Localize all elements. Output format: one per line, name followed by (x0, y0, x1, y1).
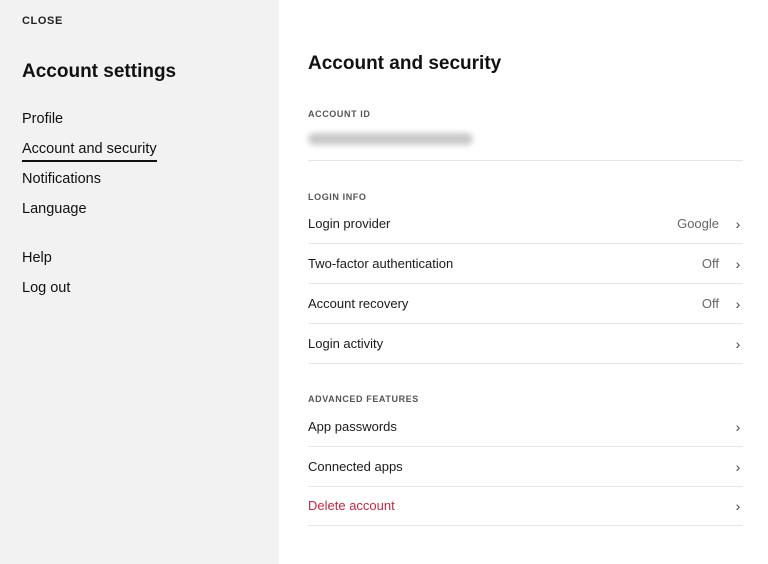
chevron-right-icon: › (735, 458, 741, 475)
row-value: Google (677, 216, 719, 231)
account-recovery-row[interactable]: Account recovery Off › (308, 284, 743, 324)
login-provider-row[interactable]: Login provider Google › (308, 204, 743, 244)
row-label: Delete account (308, 498, 395, 513)
chevron-right-icon: › (735, 255, 741, 272)
chevron-right-icon: › (735, 215, 741, 232)
sidebar-item-language[interactable]: Language (22, 201, 87, 217)
chevron-right-icon: › (735, 295, 741, 312)
row-label: Account recovery (308, 296, 409, 311)
delete-account-row[interactable]: Delete account › (308, 486, 743, 526)
connected-apps-row[interactable]: Connected apps › (308, 447, 743, 487)
two-factor-row[interactable]: Two-factor authentication Off › (308, 244, 743, 284)
chevron-right-icon: › (735, 335, 741, 352)
row-value: Off (701, 256, 719, 271)
advanced-features-label: ADVANCED FEATURES (308, 394, 419, 404)
page-title: Account and security (308, 53, 502, 74)
sidebar-title: Account settings (22, 61, 177, 82)
row-label: Two-factor authentication (308, 256, 454, 271)
sidebar-item-account-security[interactable]: Account and security (22, 141, 157, 162)
login-info-label: LOGIN INFO (308, 192, 367, 202)
settings-sidebar: CLOSE Account settings Profile Account a… (0, 0, 279, 564)
row-label: Login provider (308, 216, 391, 231)
chevron-right-icon: › (735, 497, 741, 514)
account-id-value-blurred (308, 133, 473, 145)
sidebar-item-profile[interactable]: Profile (22, 111, 63, 127)
row-label: App passwords (308, 419, 397, 434)
app-passwords-row[interactable]: App passwords › (308, 407, 743, 447)
sidebar-item-logout[interactable]: Log out (22, 280, 70, 296)
login-activity-row[interactable]: Login activity › (308, 324, 743, 364)
row-label: Login activity (308, 336, 384, 351)
row-label: Connected apps (308, 459, 403, 474)
sidebar-item-help[interactable]: Help (22, 250, 52, 266)
divider (308, 160, 743, 161)
account-id-label: ACCOUNT ID (308, 109, 371, 119)
close-button[interactable]: CLOSE (22, 15, 63, 27)
sidebar-item-notifications[interactable]: Notifications (22, 171, 101, 187)
chevron-right-icon: › (735, 418, 741, 435)
row-value: Off (701, 296, 719, 311)
